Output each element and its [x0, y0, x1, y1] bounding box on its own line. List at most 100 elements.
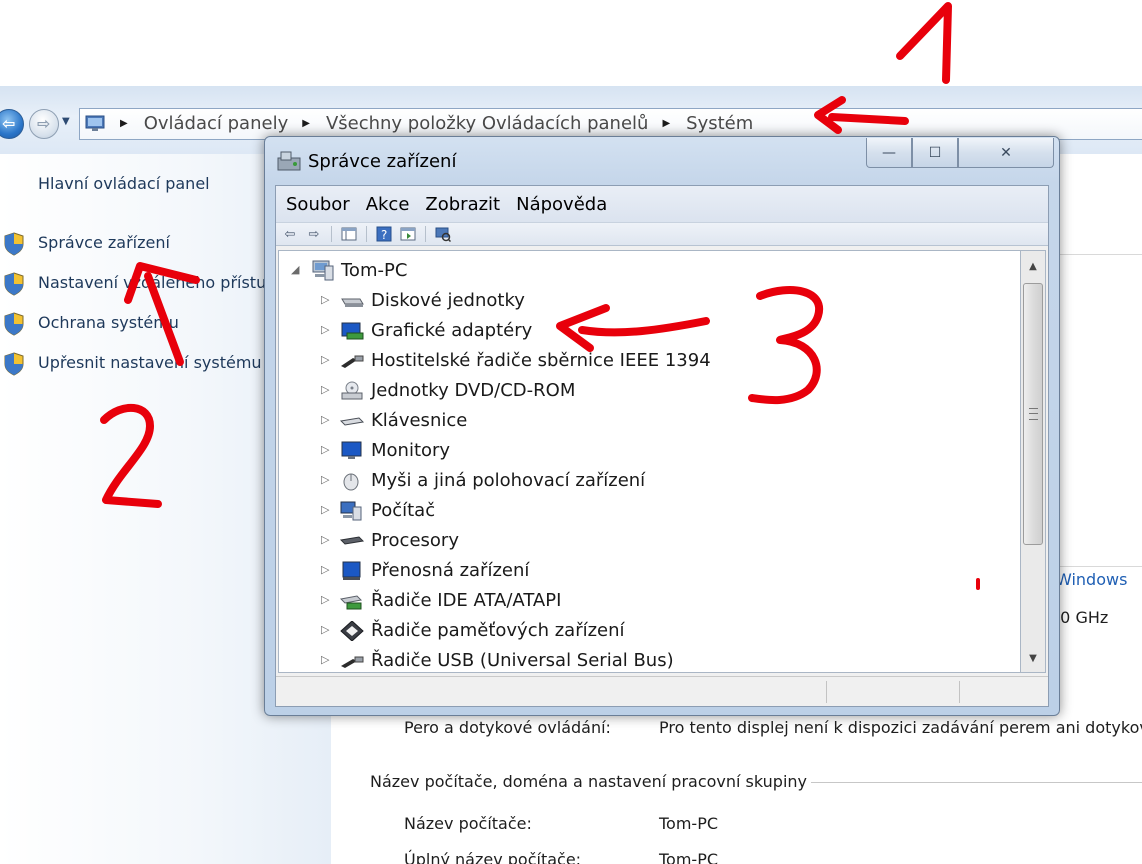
device-tree[interactable]: ◢ Tom-PC ▷ Diskové jednotky ▷ Grafické a… — [278, 250, 1021, 673]
expand-triangle-icon[interactable]: ▷ — [321, 293, 329, 306]
tree-item-monitors[interactable]: ▷ Monitory — [279, 435, 1019, 465]
uac-shield-icon — [4, 352, 24, 376]
tree-item-usb-controllers[interactable]: ▷ Řadiče USB (Universal Serial Bus) — [279, 645, 1019, 672]
forward-arrow-icon: ⇨ — [308, 226, 320, 242]
toolbar-back-button[interactable]: ⇦ — [280, 225, 300, 243]
ieee1394-controller-icon — [341, 355, 364, 368]
expand-triangle-icon[interactable]: ▷ — [321, 353, 329, 366]
usb-controller-icon — [341, 656, 364, 668]
breadcrumb-separator-icon[interactable]: ▶ — [302, 118, 310, 129]
tree-item-display-adapters[interactable]: ▷ Grafické adaptéry — [279, 315, 1019, 345]
tree-item-portable-devices[interactable]: ▷ Přenosná zařízení — [279, 555, 1019, 585]
expand-triangle-icon[interactable]: ▷ — [321, 383, 329, 396]
status-divider — [826, 681, 827, 703]
caption-buttons: — ☐ ✕ — [866, 138, 1054, 168]
monitor-icon — [341, 441, 362, 459]
tree-item-label: Počítač — [371, 499, 436, 521]
toolbar-scan-hardware-button[interactable] — [433, 225, 453, 243]
menu-file[interactable]: Soubor — [286, 194, 350, 215]
expand-triangle-icon[interactable]: ▷ — [321, 563, 329, 576]
forward-button[interactable]: ⇨ — [29, 109, 59, 139]
menu-help[interactable]: Nápověda — [516, 194, 607, 215]
keyboard-icon — [339, 417, 365, 426]
recent-pages-dropdown-icon[interactable]: ▼ — [62, 116, 70, 127]
tree-item-label: Monitory — [371, 439, 451, 461]
menu-action[interactable]: Akce — [366, 194, 410, 215]
minimize-button[interactable]: — — [866, 138, 912, 168]
expand-triangle-icon[interactable]: ▷ — [321, 413, 329, 426]
annotation-number-1 — [896, 2, 952, 84]
scan-hardware-icon — [435, 227, 451, 242]
vertical-scrollbar[interactable]: ▲ ▼ — [1021, 250, 1046, 673]
close-icon: ✕ — [1000, 144, 1012, 161]
tree-item-ide-controllers[interactable]: ▷ Řadiče IDE ATA/ATAPI — [279, 585, 1019, 615]
tree-item-dvd-cdrom[interactable]: ▷ Jednotky DVD/CD-ROM — [279, 375, 1019, 405]
expand-triangle-icon[interactable]: ▷ — [321, 503, 329, 516]
console-tree-icon — [341, 227, 357, 241]
uac-shield-icon — [4, 312, 24, 336]
tree-item-label: Grafické adaptéry — [371, 319, 533, 341]
tree-item-processors[interactable]: ▷ Procesory — [279, 525, 1019, 555]
status-bar — [276, 676, 1048, 706]
full-computer-name-value: Tom-PC — [659, 850, 719, 864]
maximize-icon: ☐ — [928, 144, 942, 161]
expand-triangle-icon[interactable]: ▷ — [321, 323, 329, 336]
scroll-thumb[interactable] — [1023, 283, 1043, 545]
disk-drive-icon — [341, 298, 364, 307]
forward-arrow-icon: ⇨ — [37, 114, 51, 133]
tree-item-mice[interactable]: ▷ Myši a jiná polohovací zařízení — [279, 465, 1019, 495]
help-icon: ? — [376, 226, 392, 242]
display-adapter-icon — [341, 322, 364, 340]
menu-view[interactable]: Zobrazit — [425, 194, 500, 215]
computer-name-section-heading: Název počítače, doména a nastavení praco… — [370, 772, 812, 791]
section-divider — [796, 782, 1142, 783]
tree-item-label: Myši a jiná polohovací zařízení — [371, 469, 646, 491]
toolbar-console-tree-button[interactable] — [339, 225, 359, 243]
task-link-label: Ochrana systému — [38, 313, 179, 332]
tree-item-label: Hostitelské řadiče sběrnice IEEE 1394 — [371, 349, 711, 371]
toolbar-separator — [366, 226, 367, 242]
full-computer-name-label: Úplný název počítače: — [404, 850, 582, 864]
ide-controller-icon — [339, 595, 363, 610]
expand-triangle-icon[interactable]: ▷ — [321, 443, 329, 456]
expand-triangle-icon[interactable]: ▷ — [321, 653, 329, 666]
processor-icon — [339, 536, 365, 545]
toolbar-action-pane-button[interactable] — [398, 225, 418, 243]
tree-item-computer[interactable]: ▷ Počítač — [279, 495, 1019, 525]
breadcrumb-item[interactable]: Ovládací panely — [142, 113, 291, 134]
tree-item-ieee1394[interactable]: ▷ Hostitelské řadiče sběrnice IEEE 1394 — [279, 345, 1019, 375]
divider — [1060, 254, 1142, 255]
pen-touch-label: Pero a dotykové ovládání: — [404, 718, 611, 737]
control-panel-home-link[interactable]: Hlavní ovládací panel — [38, 174, 210, 193]
back-button[interactable]: ⇦ — [0, 109, 24, 139]
expand-triangle-icon[interactable]: ▷ — [321, 533, 329, 546]
window-title: Správce zařízení — [308, 151, 457, 172]
tree-item-keyboards[interactable]: ▷ Klávesnice — [279, 405, 1019, 435]
tree-item-disk-drives[interactable]: ▷ Diskové jednotky — [279, 285, 1019, 315]
breadcrumb-item[interactable]: Všechny položky Ovládacích panelů — [324, 113, 651, 134]
breadcrumb-separator-icon[interactable]: ▶ — [120, 118, 128, 129]
control-panel-icon — [85, 115, 105, 131]
scroll-up-icon: ▲ — [1029, 260, 1037, 272]
task-link-label: Upřesnit nastavení systému — [38, 353, 262, 372]
maximize-button[interactable]: ☐ — [912, 138, 958, 168]
windows-activation-link[interactable]: Windows — [1056, 570, 1127, 589]
scroll-down-button[interactable]: ▼ — [1021, 647, 1045, 669]
expand-triangle-icon[interactable]: ▷ — [321, 473, 329, 486]
expand-triangle-icon[interactable]: ▷ — [321, 593, 329, 606]
toolbar-help-button[interactable]: ? — [374, 225, 394, 243]
breadcrumb: ▶ Ovládací panely ▶ Všechny položky Ovlá… — [116, 113, 755, 134]
collapse-triangle-icon[interactable]: ◢ — [291, 263, 299, 276]
tree-item-label: Procesory — [371, 529, 459, 551]
expand-triangle-icon[interactable]: ▷ — [321, 623, 329, 636]
breadcrumb-separator-icon[interactable]: ▶ — [662, 118, 670, 129]
toolbar-forward-button[interactable]: ⇨ — [304, 225, 324, 243]
task-link-label: Nastavení vzdáleného přístupu — [38, 273, 287, 292]
pen-touch-value: Pro tento displej není k dispozici zadáv… — [659, 718, 1142, 737]
tree-root-node[interactable]: ◢ Tom-PC — [279, 255, 1019, 285]
scroll-up-button[interactable]: ▲ — [1021, 255, 1045, 277]
close-button[interactable]: ✕ — [958, 138, 1054, 168]
tree-item-storage-controllers[interactable]: ▷ Řadiče paměťových zařízení — [279, 615, 1019, 645]
tree-item-label: Jednotky DVD/CD-ROM — [371, 379, 576, 401]
breadcrumb-item[interactable]: Systém — [684, 113, 755, 134]
